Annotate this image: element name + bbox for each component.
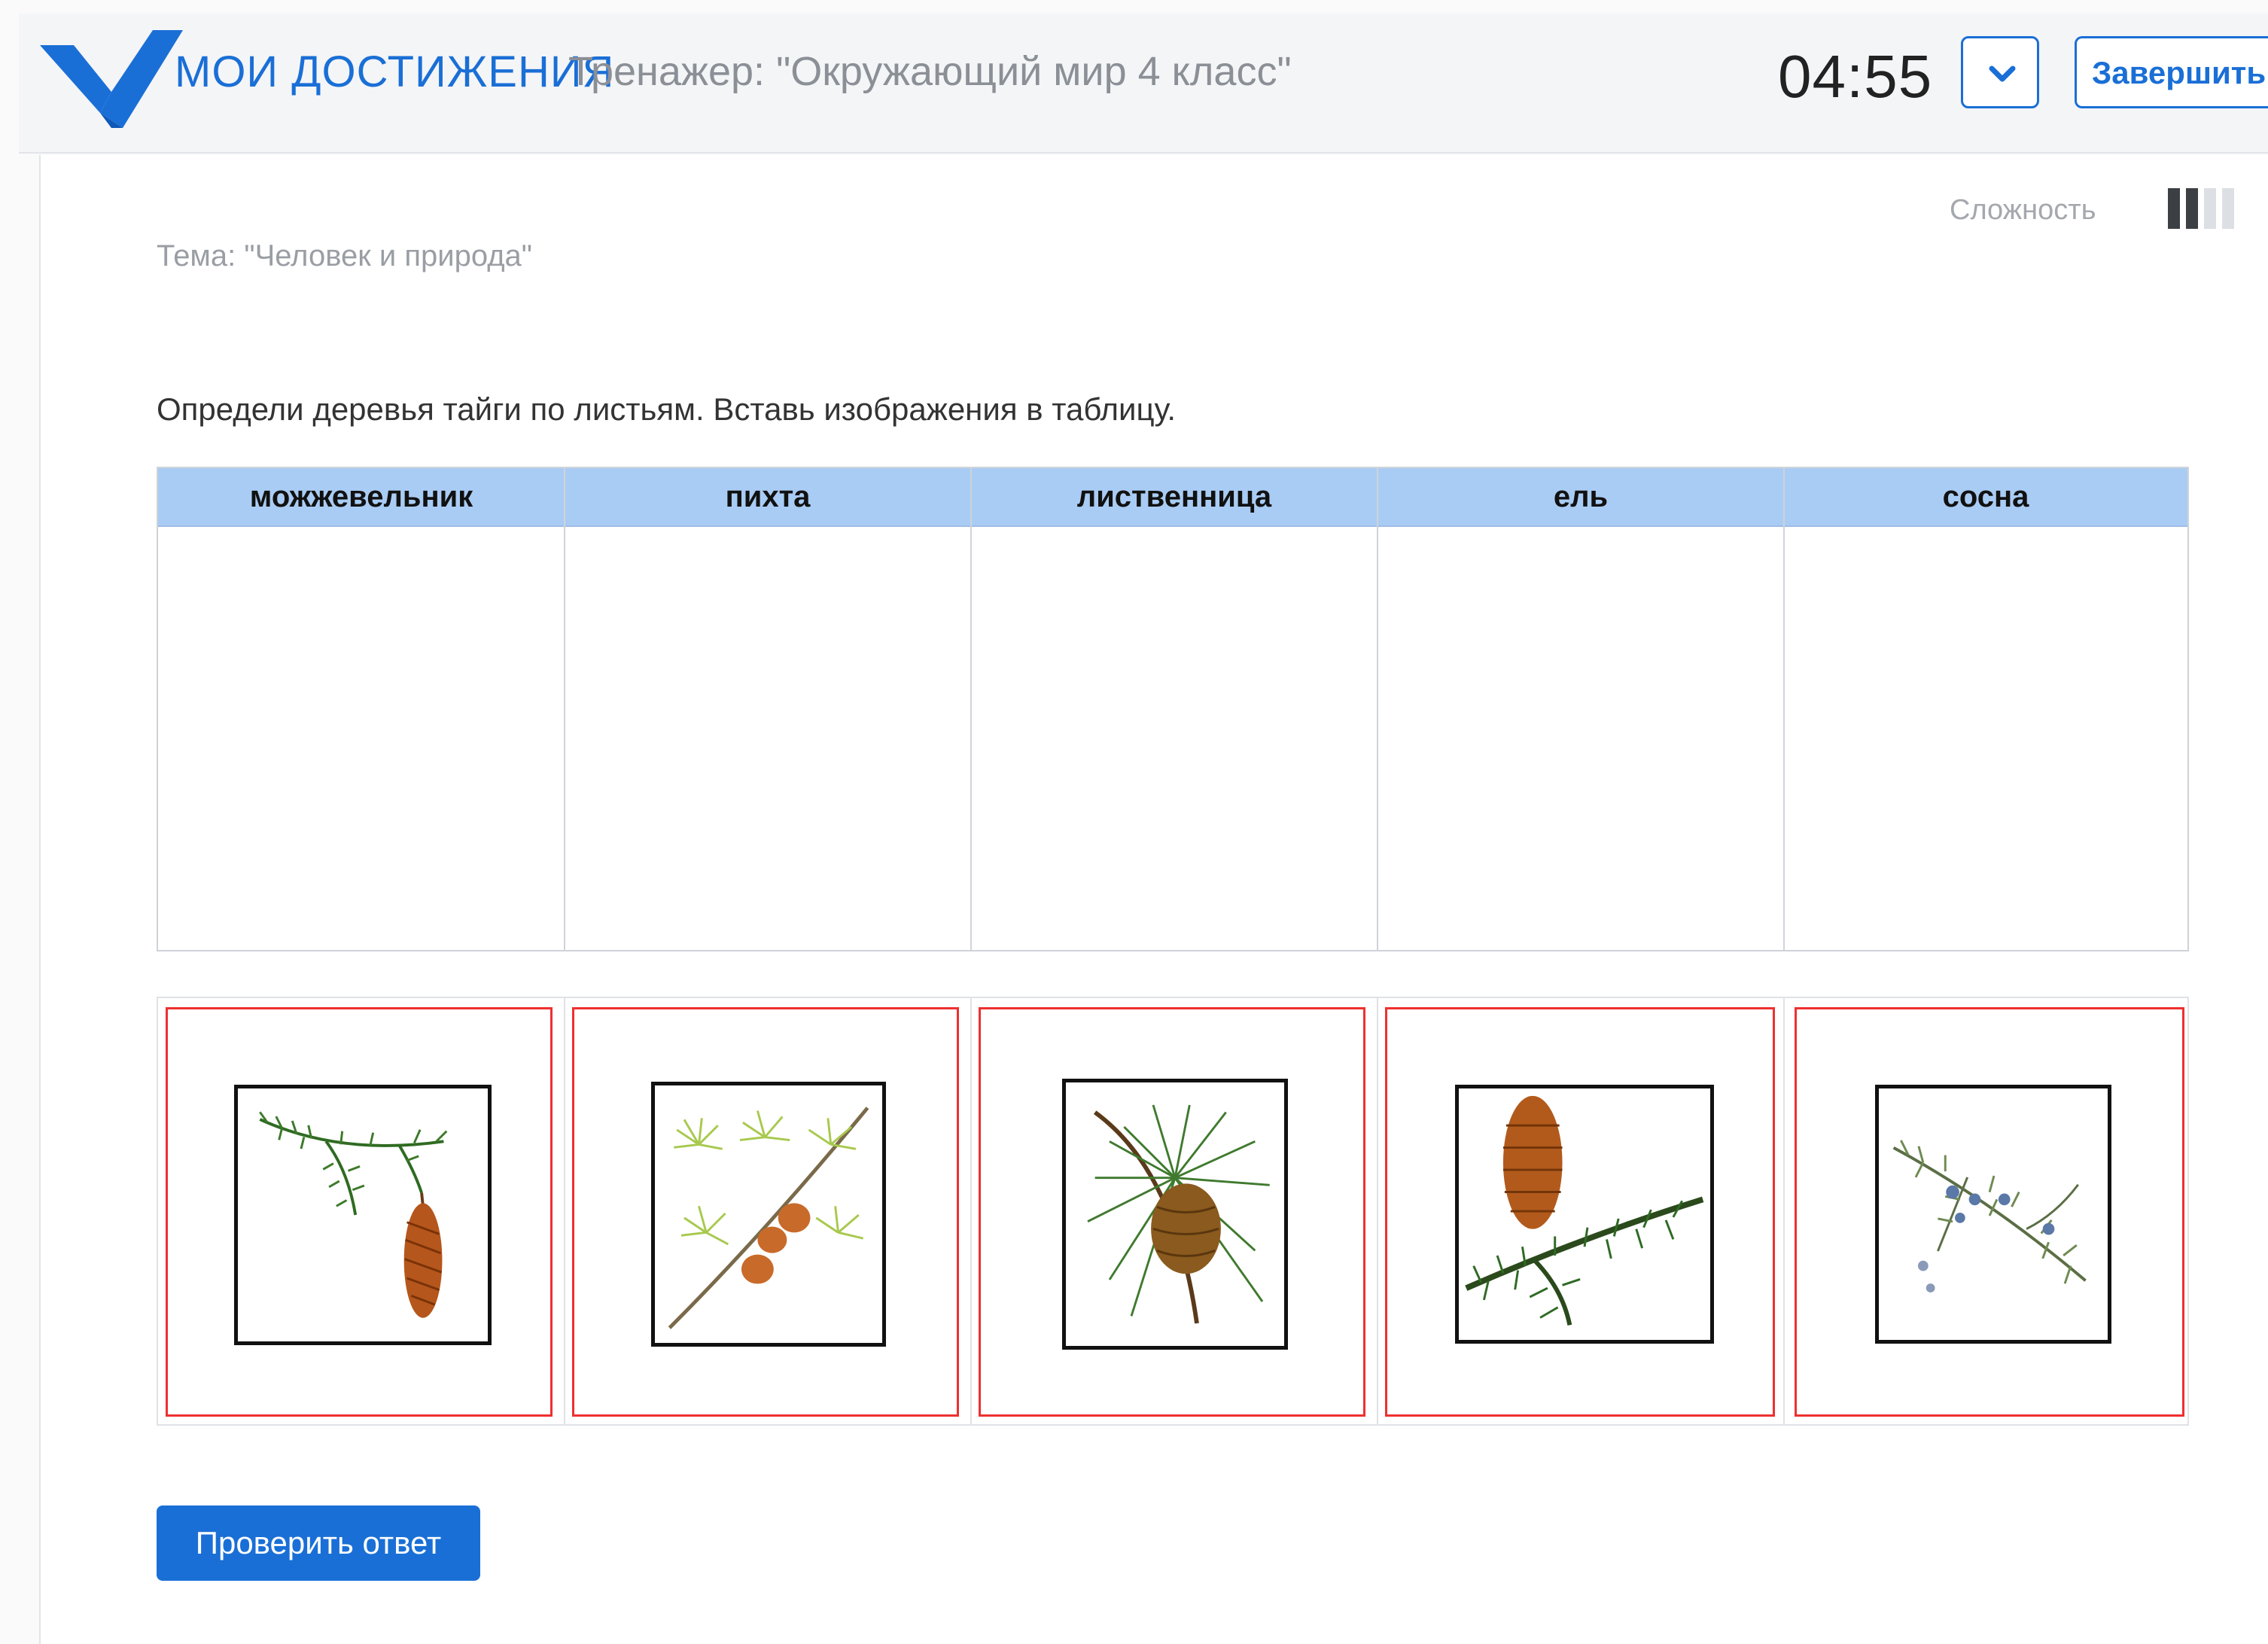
draggable-image[interactable] — [1455, 1085, 1714, 1344]
column-divider — [564, 468, 565, 950]
column-header-juniper: можжевельник — [249, 480, 473, 513]
larch-branch-icon — [668, 1107, 869, 1329]
fir-branch-cone-icon — [1465, 1095, 1704, 1326]
image-bank — [157, 997, 2189, 1426]
bank-divider — [1377, 998, 1378, 1424]
column-header-pine: сосна — [1942, 480, 2029, 513]
draggable-image[interactable] — [651, 1082, 886, 1347]
draggable-image[interactable] — [1875, 1085, 2111, 1344]
brand-title: МОИ ДОСТИЖЕНИЯ — [175, 47, 615, 96]
table-header-row: можжевельник пихта лиственница ель сосна — [158, 468, 2187, 527]
column-divider — [1783, 468, 1785, 950]
difficulty-bar — [2204, 188, 2216, 229]
juniper-branch-icon — [1892, 1140, 2087, 1292]
difficulty-bar — [2186, 188, 2198, 229]
draggable-image[interactable] — [234, 1085, 492, 1345]
image-slot[interactable] — [166, 1007, 553, 1417]
spruce-branch-cone-icon — [259, 1111, 448, 1318]
column-header-spruce: ель — [1553, 480, 1609, 513]
drop-cell-spruce[interactable] — [1378, 525, 1784, 951]
bank-divider — [970, 998, 972, 1424]
column-header-fir: пихта — [725, 480, 811, 513]
check-answer-button[interactable]: Проверить ответ — [157, 1505, 480, 1581]
image-slot[interactable] — [1385, 1007, 1775, 1417]
answer-table: можжевельник пихта лиственница ель сосна — [157, 467, 2189, 951]
drop-cell-juniper[interactable] — [158, 525, 565, 951]
drop-cell-larch[interactable] — [971, 525, 1378, 951]
image-slot[interactable] — [572, 1007, 959, 1417]
app-header: МОИ ДОСТИЖЕНИЯ Тренажер: "Окружающий мир… — [19, 14, 2268, 154]
drop-cell-pine[interactable] — [1784, 525, 2187, 951]
dropdown-button[interactable] — [1961, 36, 2039, 108]
finish-button[interactable]: Завершить — [2075, 36, 2268, 108]
trainer-title: Тренажер: "Окружающий мир 4 класс" — [568, 49, 1292, 94]
topic-label: Тема: "Человек и природа" — [157, 239, 532, 272]
task-instruction: Определи деревья тайги по листьям. Встав… — [157, 391, 1177, 427]
difficulty-bar — [2222, 188, 2234, 229]
pine-branch-cone-icon — [1087, 1104, 1270, 1324]
draggable-image[interactable] — [1062, 1079, 1288, 1350]
chevron-down-icon — [1989, 65, 2016, 82]
drop-cell-fir[interactable] — [565, 525, 971, 951]
image-slot[interactable] — [979, 1007, 1365, 1417]
bank-divider — [564, 998, 565, 1424]
column-divider — [970, 468, 972, 950]
difficulty-bar — [2168, 188, 2180, 229]
logo-icon — [40, 30, 183, 128]
column-header-larch: лиственница — [1076, 480, 1272, 513]
bank-divider — [1783, 998, 1785, 1424]
difficulty-label: Сложность — [1950, 194, 2096, 226]
column-divider — [1377, 468, 1378, 950]
timer: 04:55 — [1778, 43, 1933, 110]
image-slot[interactable] — [1795, 1007, 2184, 1417]
